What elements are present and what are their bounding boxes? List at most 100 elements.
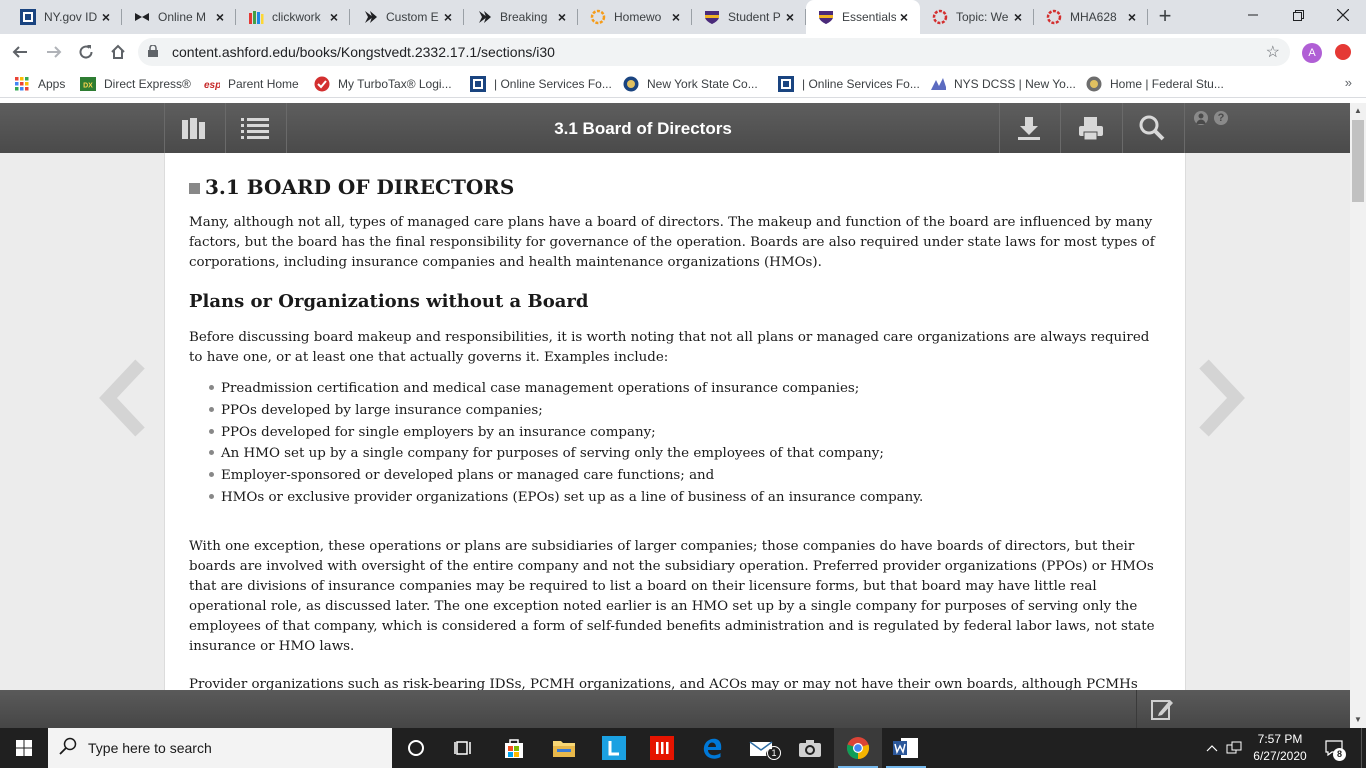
scroll-up-arrow-icon[interactable]: ▲ xyxy=(1350,103,1366,119)
bars-app[interactable] xyxy=(638,728,686,768)
search-icon[interactable] xyxy=(1138,114,1166,142)
toolbar-divider xyxy=(999,103,1000,153)
word-app[interactable] xyxy=(882,728,930,768)
reload-button[interactable] xyxy=(72,38,100,66)
tab-title: Essentials xyxy=(842,10,896,24)
table-of-contents-icon[interactable] xyxy=(241,114,269,142)
tab-close-icon[interactable]: × xyxy=(554,9,570,25)
edit-note-icon xyxy=(1150,700,1173,720)
tab-title: Topic: We xyxy=(956,10,1009,24)
list-item-text: HMOs or exclusive provider organizations… xyxy=(221,489,924,505)
print-icon[interactable] xyxy=(1077,114,1105,142)
bookmark-item[interactable]: NYS DCSS | New Yo... xyxy=(930,75,1076,93)
close-window-button[interactable] xyxy=(1320,0,1366,30)
bookmark-item[interactable]: esp Parent Home xyxy=(204,75,299,93)
help-icon[interactable]: ? xyxy=(1214,111,1228,125)
taskbar-search-box[interactable]: Type here to search xyxy=(48,728,392,768)
tab-close-icon[interactable]: × xyxy=(326,9,342,25)
browser-tab[interactable]: Topic: We × xyxy=(920,0,1034,34)
next-page-arrow-icon[interactable] xyxy=(1198,358,1246,438)
bookmark-label: Parent Home xyxy=(228,77,299,91)
browser-tab[interactable]: Custom E × xyxy=(350,0,464,34)
edge-browser-app[interactable] xyxy=(688,728,736,768)
browser-tab[interactable]: clickwork × xyxy=(236,0,350,34)
svg-text:DX: DX xyxy=(83,83,93,90)
library-icon[interactable] xyxy=(180,114,208,142)
toolbar-divider xyxy=(225,103,226,153)
search-placeholder: Type here to search xyxy=(88,740,212,756)
minimize-button[interactable] xyxy=(1230,0,1276,30)
chrome-icon xyxy=(846,737,870,760)
new-tab-button[interactable]: + xyxy=(1154,5,1176,28)
extension-icon[interactable] xyxy=(1335,44,1351,60)
scroll-thumb[interactable] xyxy=(1352,120,1364,202)
lock-icon xyxy=(148,43,162,60)
task-view-button[interactable] xyxy=(440,728,488,768)
home-button[interactable] xyxy=(104,38,132,66)
tab-close-icon[interactable]: × xyxy=(782,9,798,25)
mail-app[interactable]: 1 xyxy=(738,728,786,768)
browser-tab[interactable]: Homewo × xyxy=(578,0,692,34)
show-desktop-button[interactable] xyxy=(1361,728,1366,768)
tab-close-icon[interactable]: × xyxy=(212,9,228,25)
tray-overflow-chevron-icon[interactable] xyxy=(1202,728,1222,768)
bookmark-item[interactable]: | Online Services Fo... xyxy=(470,75,612,93)
chrome-app[interactable] xyxy=(834,728,882,768)
page-scrollbar[interactable]: ▲ ▼ xyxy=(1350,103,1366,728)
browser-tab[interactable]: Student P × xyxy=(692,0,806,34)
start-button[interactable] xyxy=(0,728,48,768)
scroll-down-arrow-icon[interactable]: ▼ xyxy=(1350,712,1366,728)
bookmarks-overflow-chevron-icon[interactable]: » xyxy=(1345,75,1352,90)
list-item-text: PPOs developed by large insurance compan… xyxy=(221,402,543,418)
list-item: An HMO set up by a single company for pu… xyxy=(209,443,1157,465)
ring-favicon-icon xyxy=(590,9,606,25)
bookmark-item[interactable]: My TurboTax® Logi... xyxy=(314,75,452,93)
tab-title: NY.gov ID xyxy=(44,10,98,24)
browser-tab[interactable]: Breaking × xyxy=(464,0,578,34)
section-marker-icon xyxy=(189,182,200,194)
back-button[interactable] xyxy=(6,38,34,66)
edge-icon xyxy=(703,738,722,759)
bookmark-item[interactable]: Home | Federal Stu... xyxy=(1086,75,1224,93)
tab-close-icon[interactable]: × xyxy=(440,9,456,25)
esp-bookmark-icon: esp xyxy=(204,76,220,92)
browser-tab[interactable]: Online M × xyxy=(122,0,236,34)
bookmark-star-icon[interactable]: ☆ xyxy=(1266,42,1280,62)
bookmark-item[interactable]: DX Direct Express® xyxy=(80,75,191,93)
address-bar[interactable]: content.ashford.edu/books/Kongstvedt.233… xyxy=(138,38,1290,66)
camera-app[interactable] xyxy=(786,728,834,768)
tab-close-icon[interactable]: × xyxy=(668,9,684,25)
tab-title: Student P xyxy=(728,10,781,24)
chapter-title: 3.1 Board of Directors xyxy=(189,175,1157,199)
tab-close-icon[interactable]: × xyxy=(98,9,114,25)
restore-button[interactable] xyxy=(1275,0,1321,30)
taskbar-clock[interactable]: 7:57 PM 6/27/2020 xyxy=(1240,731,1320,765)
browser-tab[interactable]: Essentials × xyxy=(806,0,920,34)
tab-close-icon[interactable]: × xyxy=(1010,9,1026,25)
section-intro-paragraph: Before discussing board makeup and respo… xyxy=(189,330,1150,365)
apps-grid-bookmark-icon xyxy=(14,76,30,92)
cortana-button[interactable] xyxy=(392,728,440,768)
l-app[interactable] xyxy=(590,728,638,768)
previous-page-arrow-icon[interactable] xyxy=(98,358,146,438)
windows-taskbar: Type here to search 1 7:57 PM 6/27/2020 … xyxy=(0,728,1366,768)
notification-center-button[interactable]: 8 xyxy=(1322,728,1346,768)
bookmark-item[interactable]: New York State Co... xyxy=(623,75,758,93)
bookmark-item[interactable]: Apps xyxy=(14,75,65,93)
notes-button[interactable] xyxy=(1136,690,1186,728)
tab-close-icon[interactable]: × xyxy=(896,9,912,25)
tab-close-icon[interactable]: × xyxy=(1124,9,1140,25)
profile-avatar[interactable]: A xyxy=(1302,43,1322,63)
forward-button[interactable] xyxy=(40,38,68,66)
home-icon xyxy=(111,44,125,59)
file-explorer-app[interactable] xyxy=(540,728,588,768)
chevron-favicon-icon xyxy=(362,9,378,25)
user-account-icon[interactable] xyxy=(1194,111,1208,125)
download-icon[interactable] xyxy=(1015,114,1043,142)
bookmark-label: Direct Express® xyxy=(104,77,191,91)
browser-tab[interactable]: MHA628 × xyxy=(1034,0,1148,34)
browser-tab[interactable]: NY.gov ID × xyxy=(8,0,122,34)
ny-bookmark-icon xyxy=(470,76,486,92)
microsoft-store-app[interactable] xyxy=(490,728,538,768)
bookmark-item[interactable]: | Online Services Fo... xyxy=(778,75,920,93)
